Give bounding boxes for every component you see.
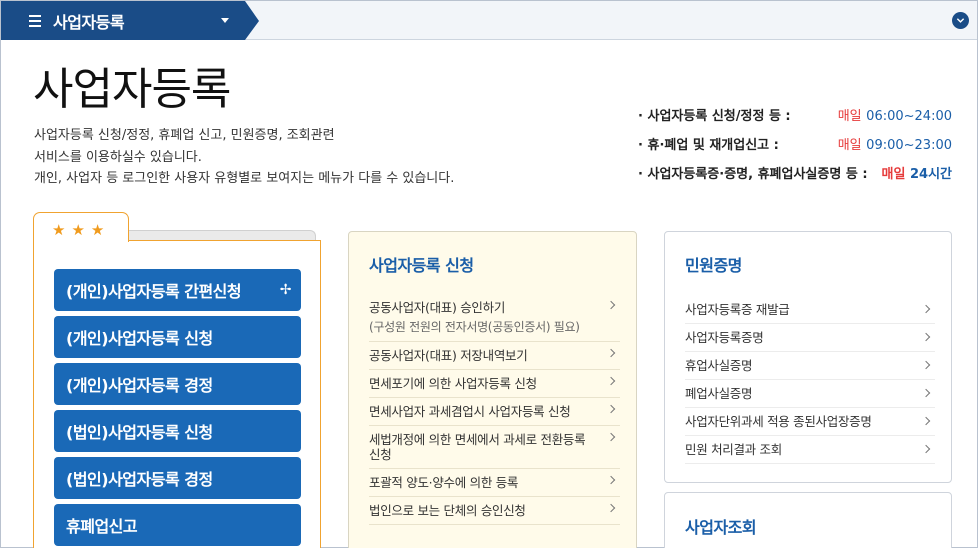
description-line: 서비스를 이용하실수 있습니다.: [34, 149, 202, 165]
business-lookup-panel: 사업자조회: [664, 492, 952, 548]
list-item-label: 포괄적 양도·양수에 의한 등록: [369, 475, 519, 490]
top-bar: 사업자등록: [1, 1, 977, 40]
list-item[interactable]: 공동사업자(대표) 승인하기 (구성원 전원의 전자서명(공동인증서) 필요): [369, 294, 620, 342]
chevron-right-icon: [921, 444, 931, 454]
chevron-down-icon[interactable]: [952, 12, 969, 29]
chevron-right-icon: [921, 416, 931, 426]
list-item-label: 사업자등록증명: [685, 330, 764, 345]
civil-petition-list: 사업자등록증 재발급 사업자등록증명 휴업사실증명 폐업사실증명 사업자단위과세…: [685, 296, 935, 464]
list-item-label: 휴업사실증명: [685, 358, 753, 373]
service-hours-row: · 사업자등록증·증명, 휴폐업사실증명 등 : 매일 24시간: [638, 165, 952, 194]
service-hours-row: · 사업자등록 신청/정정 등 : 매일 06:00~24:00: [638, 107, 952, 136]
list-item[interactable]: 면세사업자 과세겸업시 사업자등록 신청: [369, 398, 620, 426]
daily-label: 매일: [881, 167, 906, 182]
favorite-label: 휴폐업신고: [66, 517, 138, 536]
panel-title: 사업자등록 신청: [369, 256, 474, 275]
menu-dropdown-button[interactable]: 사업자등록: [1, 1, 259, 40]
favorite-label: (법인)사업자등록 신청: [66, 423, 213, 442]
page-description: 사업자등록 신청/정정, 휴폐업 신고, 민원증명, 조회관련 서비스를 이용하…: [34, 125, 454, 190]
expand-plus-icon[interactable]: ✢: [280, 282, 292, 298]
list-item-label: 사업자등록증 재발급: [685, 302, 790, 317]
list-item[interactable]: 면세포기에 의한 사업자등록 신청: [369, 370, 620, 398]
business-registration-panel: 사업자등록 신청 공동사업자(대표) 승인하기 (구성원 전원의 전자서명(공동…: [348, 231, 637, 548]
chevron-right-icon: [921, 332, 931, 342]
list-item[interactable]: 민원 처리결과 조회: [685, 436, 935, 464]
service-time: 09:00~23:00: [866, 138, 952, 153]
favorite-simple-individual-registration-button[interactable]: (개인)사업자등록 간편신청 ✢: [54, 269, 301, 311]
list-item[interactable]: 사업자등록증명: [685, 324, 935, 352]
list-item-label: 폐업사실증명: [685, 386, 753, 401]
list-item-label: 면세포기에 의한 사업자등록 신청: [369, 376, 537, 391]
list-item-note: (구성원 전원의 전자서명(공동인증서) 필요): [369, 320, 580, 334]
list-item-label: 공동사업자(대표) 승인하기: [369, 300, 506, 315]
star-icon: ★: [90, 221, 105, 239]
list-item-label: 세법개정에 의한 면세에서 과세로 전환등록 신청: [369, 432, 586, 462]
list-item[interactable]: 폐업사실증명: [685, 380, 935, 408]
favorite-closure-report-button[interactable]: 휴폐업신고: [54, 504, 301, 546]
favorite-individual-registration-button[interactable]: (개인)사업자등록 신청: [54, 316, 301, 358]
chevron-right-icon: [921, 388, 931, 398]
chevron-right-icon: [606, 300, 616, 310]
service-time: 06:00~24:00: [866, 109, 952, 124]
daily-label: 매일: [837, 109, 862, 124]
favorite-corporate-correction-button[interactable]: (법인)사업자등록 경정: [54, 457, 301, 499]
service-hours: · 사업자등록 신청/정정 등 : 매일 06:00~24:00 · 휴·폐업 …: [638, 107, 952, 194]
list-item-label: 사업자단위과세 적용 종된사업장증명: [685, 414, 872, 429]
page-title: 사업자등록: [33, 64, 231, 115]
menu-title: 사업자등록: [53, 12, 125, 32]
favorite-label: (개인)사업자등록 신청: [66, 329, 213, 348]
chevron-right-icon: [606, 432, 616, 442]
chevron-right-icon: [606, 348, 616, 358]
list-item-label: 공동사업자(대표) 저장내역보기: [369, 348, 528, 363]
list-item[interactable]: 사업자등록증 재발급: [685, 296, 935, 324]
description-line: 사업자등록 신청/정정, 휴폐업 신고, 민원증명, 조회관련: [34, 128, 335, 143]
chevron-right-icon: [921, 304, 931, 314]
list-item[interactable]: 포괄적 양도·양수에 의한 등록: [369, 469, 620, 497]
caret-down-icon: [221, 18, 229, 23]
description-line: 개인, 사업자 등 로그인한 사용자 유형별로 보여지는 메뉴가 다를 수 있습…: [34, 171, 455, 186]
hamburger-icon: [29, 14, 41, 27]
chevron-right-icon: [606, 475, 616, 485]
service-time: 24시간: [909, 167, 952, 182]
list-item-label: 법인으로 보는 단체의 승인신청: [369, 503, 526, 518]
star-icon: ★: [71, 221, 85, 239]
list-item[interactable]: 세법개정에 의한 면세에서 과세로 전환등록 신청: [369, 426, 620, 469]
favorite-label: (법인)사업자등록 경정: [66, 470, 213, 489]
service-hours-label: · 사업자등록증·증명, 휴폐업사실증명 등 :: [638, 167, 868, 182]
star-icon: ★: [52, 221, 66, 239]
civil-petition-panel: 민원증명 사업자등록증 재발급 사업자등록증명 휴업사실증명 폐업사실증명 사업…: [664, 231, 952, 483]
favorites-panel: (개인)사업자등록 간편신청 ✢ (개인)사업자등록 신청 (개인)사업자등록 …: [33, 239, 321, 548]
chevron-right-icon: [606, 376, 616, 386]
list-item-label: 면세사업자 과세겸업시 사업자등록 신청: [369, 404, 571, 419]
chevron-right-icon: [606, 404, 616, 414]
panel-title: 사업자조회: [685, 518, 757, 537]
chevron-right-icon: [921, 360, 931, 370]
list-item[interactable]: 공동사업자(대표) 저장내역보기: [369, 342, 620, 370]
service-hours-row: · 휴·폐업 및 재개업신고 : 매일 09:00~23:00: [638, 136, 952, 165]
list-item[interactable]: 휴업사실증명: [685, 352, 935, 380]
service-hours-label: · 사업자등록 신청/정정 등 :: [638, 109, 791, 124]
favorite-label: (개인)사업자등록 간편신청: [66, 282, 242, 301]
favorite-corporate-registration-button[interactable]: (법인)사업자등록 신청: [54, 410, 301, 452]
list-item[interactable]: 법인으로 보는 단체의 승인신청: [369, 497, 620, 525]
list-item[interactable]: 사업자단위과세 적용 종된사업장증명: [685, 408, 935, 436]
panel-title: 민원증명: [685, 256, 742, 275]
favorite-label: (개인)사업자등록 경정: [66, 376, 213, 395]
chevron-right-icon: [606, 503, 616, 513]
daily-label: 매일: [837, 138, 862, 153]
business-registration-list: 공동사업자(대표) 승인하기 (구성원 전원의 전자서명(공동인증서) 필요) …: [369, 294, 620, 525]
list-item-label: 민원 처리결과 조회: [685, 442, 782, 457]
service-hours-label: · 휴·폐업 및 재개업신고 :: [638, 138, 779, 153]
favorites-tab[interactable]: ★ ★ ★: [33, 212, 129, 242]
favorites-list: (개인)사업자등록 간편신청 ✢ (개인)사업자등록 신청 (개인)사업자등록 …: [54, 269, 301, 548]
favorite-individual-correction-button[interactable]: (개인)사업자등록 경정: [54, 363, 301, 405]
